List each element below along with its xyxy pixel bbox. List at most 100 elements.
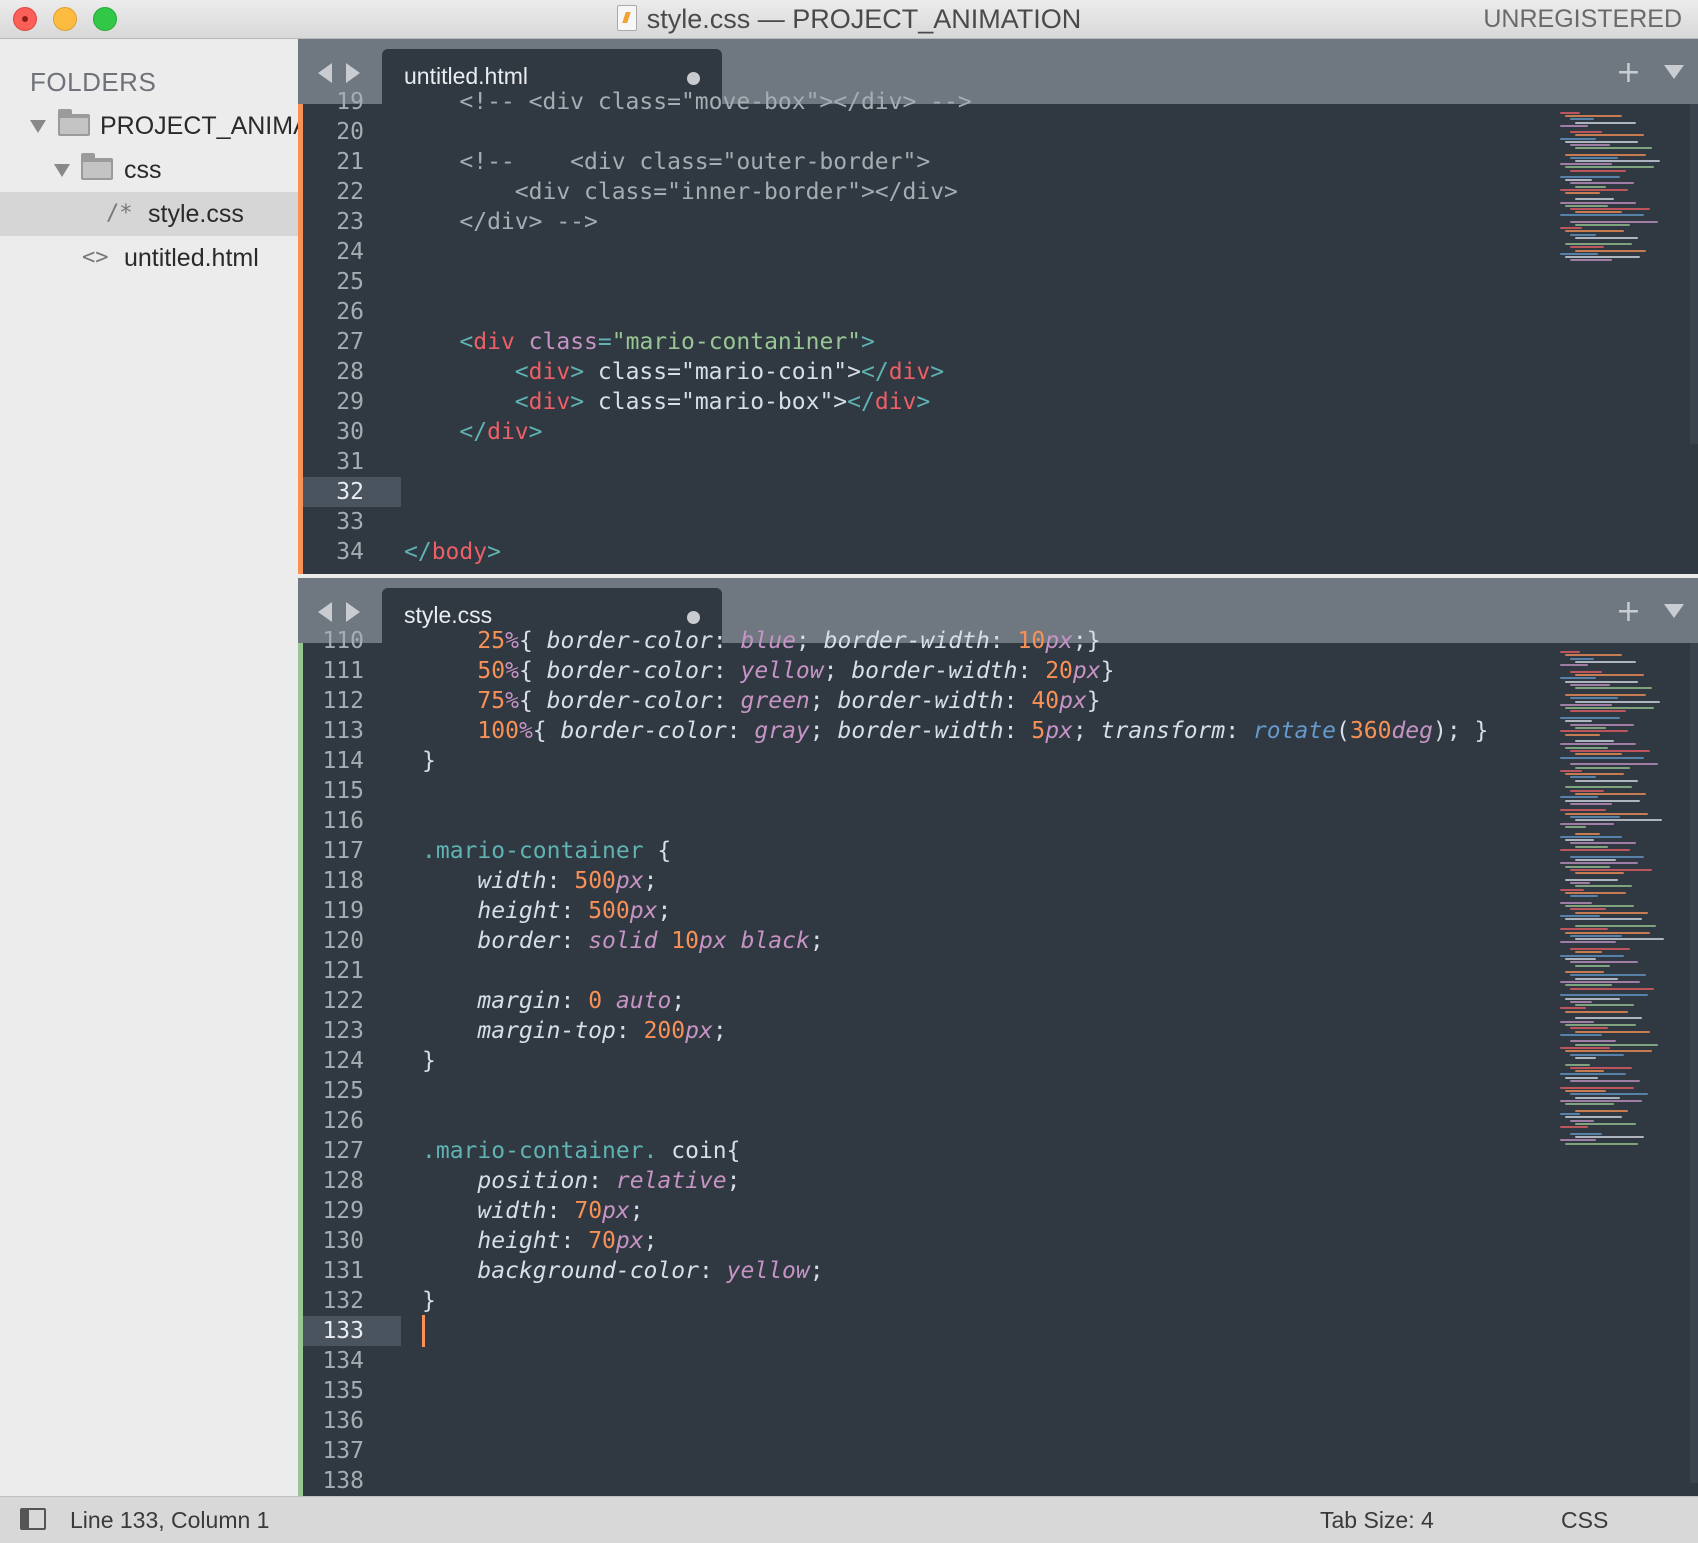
code-text: height: 500px;: [477, 898, 672, 924]
code-line[interactable]: 136: [298, 1406, 1698, 1436]
code-editor[interactable]: 19 <!-- <div class="move-box"></div> -->…: [298, 89, 1698, 574]
code-text: 100%{ border-color: gray; border-width: …: [477, 718, 1489, 744]
code-line[interactable]: 118 width: 500px;: [298, 866, 1698, 896]
minimap-line: [1560, 809, 1606, 812]
code-line[interactable]: 129 width: 70px;: [298, 1196, 1698, 1226]
code-line[interactable]: 27 <div class="mario-contaniner">: [298, 327, 1698, 357]
minimap-line: [1565, 179, 1592, 182]
code-line[interactable]: 31: [298, 447, 1698, 477]
minimap-line: [1570, 763, 1658, 766]
code-text: width: 500px;: [477, 868, 658, 894]
minimap-line: [1560, 822, 1614, 825]
minimap[interactable]: [1548, 104, 1698, 574]
code-line[interactable]: 133: [298, 1316, 1698, 1346]
sidebar-item-project-animation[interactable]: PROJECT_ANIMATION: [0, 104, 298, 148]
scrollbar[interactable]: [1690, 104, 1698, 444]
code-text: position: relative;: [477, 1168, 741, 1194]
code-line[interactable]: 115: [298, 776, 1698, 806]
minimap-line: [1570, 697, 1618, 700]
sidebar-item-css[interactable]: css: [0, 148, 298, 192]
minimap-line: [1565, 931, 1650, 934]
minimap-line: [1575, 1070, 1604, 1073]
minimap-line: [1570, 1119, 1594, 1122]
tab-scroll-right-icon[interactable]: [346, 602, 360, 622]
code-line[interactable]: 131 background-color: yellow;: [298, 1256, 1698, 1286]
code-line[interactable]: 32: [298, 477, 1698, 507]
code-line[interactable]: 134: [298, 1346, 1698, 1376]
minimap-line: [1575, 134, 1644, 137]
line-number: 129: [322, 1198, 364, 1224]
code-line[interactable]: 138: [298, 1466, 1698, 1496]
minimap[interactable]: [1548, 643, 1698, 1496]
code-line[interactable]: 123 margin-top: 200px;: [298, 1016, 1698, 1046]
code-line[interactable]: 110 25%{ border-color: blue; border-widt…: [298, 626, 1698, 656]
disclosure-triangle-icon[interactable]: [30, 120, 46, 133]
code-line[interactable]: 111 50%{ border-color: yellow; border-wi…: [298, 656, 1698, 686]
sidebar-item-untitled-html[interactable]: <> untitled.html: [0, 236, 298, 280]
code-line[interactable]: 126: [298, 1106, 1698, 1136]
minimap-line: [1575, 1122, 1636, 1125]
code-line[interactable]: 128 position: relative;: [298, 1166, 1698, 1196]
code-line[interactable]: 122 margin: 0 auto;: [298, 986, 1698, 1016]
line-number: 24: [336, 239, 364, 265]
code-line[interactable]: 112 75%{ border-color: green; border-wid…: [298, 686, 1698, 716]
code-line[interactable]: 121: [298, 956, 1698, 986]
code-line[interactable]: 34 </body>: [298, 537, 1698, 567]
tab-scroll-right-icon[interactable]: [346, 63, 360, 83]
code-line[interactable]: 137: [298, 1436, 1698, 1466]
line-number: 115: [322, 778, 364, 804]
code-line[interactable]: 28 <div> class="mario-coin"></div>: [298, 357, 1698, 387]
code-line[interactable]: 130 height: 70px;: [298, 1226, 1698, 1256]
minimap-line: [1560, 703, 1612, 706]
tab-scroll-left-icon[interactable]: [318, 63, 332, 83]
tab-size-selector[interactable]: Tab Size: 4: [1320, 1497, 1434, 1543]
code-line[interactable]: 20: [298, 117, 1698, 147]
minimap-line: [1575, 211, 1622, 214]
code-line[interactable]: 127 .mario-container. coin{: [298, 1136, 1698, 1166]
code-line[interactable]: 25: [298, 267, 1698, 297]
code-line[interactable]: 29 <div> class="mario-box"></div>: [298, 387, 1698, 417]
minimap-line: [1565, 153, 1646, 156]
unsaved-dot-icon[interactable]: [687, 611, 700, 624]
code-line[interactable]: 21 <!-- <div class="outer-border">: [298, 147, 1698, 177]
new-tab-plus-icon[interactable]: +: [1616, 594, 1641, 629]
syntax-selector[interactable]: CSS: [1561, 1497, 1608, 1543]
code-line[interactable]: 24: [298, 237, 1698, 267]
minimap-line: [1570, 684, 1610, 686]
toggle-panel-icon[interactable]: [20, 1508, 46, 1530]
disclosure-triangle-icon[interactable]: [54, 164, 70, 177]
code-line[interactable]: 120 border: solid 10px black;: [298, 926, 1698, 956]
code-line[interactable]: 30 </div>: [298, 417, 1698, 447]
minimap-line: [1565, 1063, 1590, 1066]
minimap-line: [1565, 971, 1604, 974]
minimap-line: [1570, 776, 1596, 779]
code-line[interactable]: 117 .mario-container {: [298, 836, 1698, 866]
new-tab-plus-icon[interactable]: +: [1616, 55, 1641, 90]
code-line[interactable]: 125: [298, 1076, 1698, 1106]
code-line[interactable]: 124}: [298, 1046, 1698, 1076]
code-line[interactable]: 119 height: 500px;: [298, 896, 1698, 926]
unsaved-dot-icon[interactable]: [687, 72, 700, 85]
sidebar-item-style-css[interactable]: /* style.css: [0, 192, 298, 236]
code-line[interactable]: 132}: [298, 1286, 1698, 1316]
sidebar-item-label: untitled.html: [124, 244, 259, 272]
line-number: 112: [322, 688, 364, 714]
code-line[interactable]: 116: [298, 806, 1698, 836]
code-editor[interactable]: 110 25%{ border-color: blue; border-widt…: [298, 628, 1698, 1496]
code-line[interactable]: 26: [298, 297, 1698, 327]
tab-scroll-left-icon[interactable]: [318, 602, 332, 622]
tab-menu-chevron-down-icon[interactable]: [1664, 604, 1684, 618]
code-line[interactable]: 19 <!-- <div class="move-box"></div> -->: [298, 87, 1698, 117]
code-line[interactable]: 33: [298, 507, 1698, 537]
minimap-line: [1565, 1089, 1606, 1092]
code-line[interactable]: 135: [298, 1376, 1698, 1406]
minimap-line: [1560, 1007, 1586, 1010]
code-line[interactable]: 22 <div class="inner-border"></div>: [298, 177, 1698, 207]
code-line[interactable]: 114}: [298, 746, 1698, 776]
line-number: 118: [322, 868, 364, 894]
code-line[interactable]: 113 100%{ border-color: gray; border-wid…: [298, 716, 1698, 746]
tab-menu-chevron-down-icon[interactable]: [1664, 65, 1684, 79]
code-text: <div class="inner-border"></div>: [404, 179, 958, 205]
scrollbar[interactable]: [1690, 643, 1698, 1483]
code-line[interactable]: 23 </div> -->: [298, 207, 1698, 237]
